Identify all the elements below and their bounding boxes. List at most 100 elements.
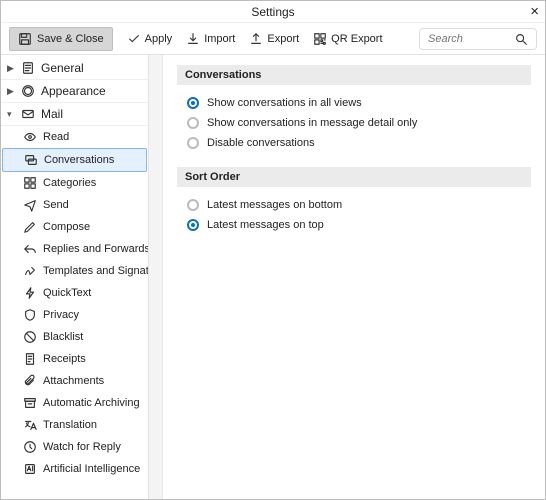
clock-icon <box>23 440 37 454</box>
vertical-gutter[interactable] <box>149 55 163 499</box>
radio-latest-bottom[interactable]: Latest messages on bottom <box>177 195 531 215</box>
sidebar-item-artificial-intelligence[interactable]: Artificial Intelligence <box>1 458 148 480</box>
sidebar-item-replies-forwards[interactable]: Replies and Forwards <box>1 238 148 260</box>
radio-indicator <box>187 137 199 149</box>
import-button[interactable]: Import <box>186 32 235 46</box>
radio-label: Latest messages on top <box>207 219 324 231</box>
mail-icon <box>21 107 35 121</box>
radio-label: Show conversations in all views <box>207 97 362 109</box>
radio-latest-top[interactable]: Latest messages on top <box>177 215 531 235</box>
chevron-down-icon: ▾ <box>7 109 15 120</box>
send-icon <box>23 198 37 212</box>
paperclip-icon <box>23 374 37 388</box>
section-header-sort-order: Sort Order <box>177 167 531 187</box>
export-label: Export <box>267 33 299 45</box>
sidebar-item-label: Artificial Intelligence <box>43 463 140 475</box>
export-icon <box>249 32 263 46</box>
search-input[interactable] <box>428 33 508 45</box>
sidebar-item-send[interactable]: Send <box>1 194 148 216</box>
close-icon[interactable]: × <box>530 1 539 23</box>
radio-disable-conversations[interactable]: Disable conversations <box>177 133 531 153</box>
import-label: Import <box>204 33 235 45</box>
sidebar-item-label: Appearance <box>41 84 106 98</box>
radio-label: Show conversations in message detail onl… <box>207 117 417 129</box>
general-icon <box>21 61 35 75</box>
section-header-conversations: Conversations <box>177 65 531 85</box>
sidebar-item-label: Replies and Forwards <box>43 243 149 255</box>
qr-export-label: QR Export <box>331 33 382 45</box>
titlebar: Settings × <box>1 1 545 23</box>
radio-indicator <box>187 117 199 129</box>
sidebar-item-quicktext[interactable]: QuickText <box>1 282 148 304</box>
radio-indicator <box>187 219 199 231</box>
radio-show-detail-only[interactable]: Show conversations in message detail onl… <box>177 113 531 133</box>
sidebar-item-conversations[interactable]: Conversations <box>2 148 147 172</box>
signature-icon <box>23 264 37 278</box>
save-and-close-button[interactable]: Save & Close <box>9 27 113 51</box>
archive-icon <box>23 396 37 410</box>
radio-label: Disable conversations <box>207 137 315 149</box>
receipt-icon <box>23 352 37 366</box>
chevron-right-icon: ▶ <box>7 63 15 74</box>
reply-icon <box>23 242 37 256</box>
shield-icon <box>23 308 37 322</box>
ai-icon <box>23 462 37 476</box>
sidebar-item-label: Conversations <box>44 154 114 166</box>
sidebar-item-label: Categories <box>43 177 96 189</box>
appearance-icon <box>21 84 35 98</box>
settings-window: Settings × Save & Close Apply Import E <box>0 0 546 500</box>
apply-label: Apply <box>145 33 173 45</box>
qr-icon <box>313 32 327 46</box>
sidebar-item-label: Automatic Archiving <box>43 397 140 409</box>
sidebar-item-read[interactable]: Read <box>1 126 148 148</box>
sidebar-item-mail[interactable]: ▾ Mail <box>1 103 148 126</box>
sidebar-item-automatic-archiving[interactable]: Automatic Archiving <box>1 392 148 414</box>
sidebar-item-general[interactable]: ▶ General <box>1 57 148 80</box>
sidebar-item-receipts[interactable]: Receipts <box>1 348 148 370</box>
sidebar-item-translation[interactable]: Translation <box>1 414 148 436</box>
export-button[interactable]: Export <box>249 32 299 46</box>
sidebar-item-label: Translation <box>43 419 97 431</box>
translate-icon <box>23 418 37 432</box>
sidebar-item-blacklist[interactable]: Blacklist <box>1 326 148 348</box>
sidebar-item-label: Watch for Reply <box>43 441 121 453</box>
sidebar-item-appearance[interactable]: ▶ Appearance <box>1 80 148 103</box>
grid-icon <box>23 176 37 190</box>
sidebar-item-label: Receipts <box>43 353 86 365</box>
body: ▶ General ▶ Appearance ▾ Mail Read Conve… <box>1 55 545 499</box>
window-title: Settings <box>251 5 294 19</box>
sidebar-item-attachments[interactable]: Attachments <box>1 370 148 392</box>
search-icon <box>514 32 528 46</box>
radio-indicator <box>187 97 199 109</box>
block-icon <box>23 330 37 344</box>
bolt-icon <box>23 286 37 300</box>
sidebar-item-privacy[interactable]: Privacy <box>1 304 148 326</box>
sidebar-item-label: Read <box>43 131 69 143</box>
sidebar-item-label: Mail <box>41 107 63 121</box>
sidebar-item-label: Templates and Signatures <box>43 265 149 277</box>
sidebar-item-categories[interactable]: Categories <box>1 172 148 194</box>
radio-show-all-views[interactable]: Show conversations in all views <box>177 93 531 113</box>
apply-button[interactable]: Apply <box>127 32 173 46</box>
content-panel: Conversations Show conversations in all … <box>163 55 545 499</box>
check-icon <box>127 32 141 46</box>
sidebar-item-label: Attachments <box>43 375 104 387</box>
save-label: Save & Close <box>37 33 104 45</box>
sidebar-item-label: Privacy <box>43 309 79 321</box>
qr-export-button[interactable]: QR Export <box>313 32 382 46</box>
chevron-right-icon: ▶ <box>7 86 15 97</box>
sidebar[interactable]: ▶ General ▶ Appearance ▾ Mail Read Conve… <box>1 55 149 499</box>
radio-label: Latest messages on bottom <box>207 199 342 211</box>
radio-indicator <box>187 199 199 211</box>
save-icon <box>18 32 32 46</box>
sidebar-item-label: Send <box>43 199 69 211</box>
conversations-icon <box>24 153 38 167</box>
import-icon <box>186 32 200 46</box>
sidebar-item-compose[interactable]: Compose <box>1 216 148 238</box>
sidebar-item-label: General <box>41 61 84 75</box>
sidebar-item-label: Blacklist <box>43 331 83 343</box>
sidebar-item-watch-for-reply[interactable]: Watch for Reply <box>1 436 148 458</box>
sidebar-item-templates-signatures[interactable]: Templates and Signatures <box>1 260 148 282</box>
pencil-icon <box>23 220 37 234</box>
search-box[interactable] <box>419 28 537 50</box>
